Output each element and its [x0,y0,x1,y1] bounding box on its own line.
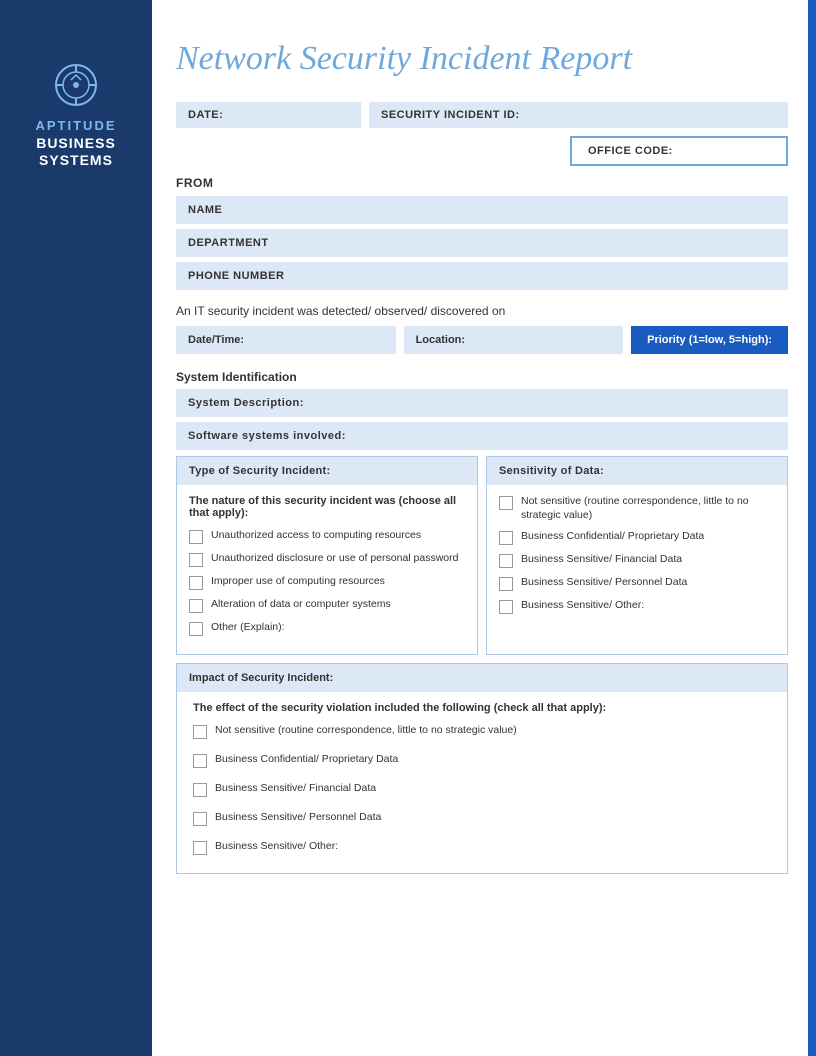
main-content: Network Security Incident Report DATE: S… [152,0,816,1056]
page: APTITUDE BUSINESS SYSTEMS Network Securi… [0,0,816,1056]
type-sensitivity-section: Type of Security Incident: The nature of… [176,456,788,655]
effect-text: The effect of the security violation inc… [193,702,771,714]
priority-field[interactable]: Priority (1=low, 5=high): [631,326,788,354]
checkbox-label-not-sensitive: Not sensitive (routine correspondence, l… [521,495,775,522]
location-field[interactable]: Location: [404,326,624,354]
impact-checkbox-label-other: Business Sensitive/ Other: [215,840,338,854]
checkbox-label-alteration: Alteration of data or computer systems [211,598,391,612]
incident-type-header: Type of Security Incident: [177,457,477,485]
checkbox-label-improper-use: Improper use of computing resources [211,575,385,589]
impact-checkbox-label-financial: Business Sensitive/ Financial Data [215,782,376,796]
impact-checkbox-financial[interactable] [193,783,207,797]
incident-type-content: The nature of this security incident was… [177,485,477,654]
checkbox-item: Not sensitive (routine correspondence, l… [193,724,771,739]
phone-field[interactable]: PHONE NUMBER [176,262,788,290]
impact-checkbox-other[interactable] [193,841,207,855]
sensitivity-content: Not sensitive (routine correspondence, l… [487,485,787,632]
nature-text: The nature of this security incident was… [189,495,465,519]
aptitude-icon [51,60,101,110]
checkbox-personnel[interactable] [499,577,513,591]
checkbox-item: Improper use of computing resources [189,575,465,590]
software-field[interactable]: Software systems involved: [176,422,788,450]
detected-text: An IT security incident was detected/ ob… [176,304,788,318]
checkbox-improper-use[interactable] [189,576,203,590]
impact-checkbox-confidential[interactable] [193,754,207,768]
right-bar [808,0,816,1056]
impact-checkbox-not-sensitive[interactable] [193,725,207,739]
checkbox-item: Business Confidential/ Proprietary Data [193,753,771,768]
checkbox-unauthorized-disclosure[interactable] [189,553,203,567]
business-label: BUSINESS SYSTEMS [36,135,116,169]
checkbox-item: Business Sensitive/ Personnel Data [193,811,771,826]
checkbox-item: Other (Explain): [189,621,465,636]
incident-details-row: Date/Time: Location: Priority (1=low, 5=… [176,326,788,354]
datetime-field[interactable]: Date/Time: [176,326,396,354]
incident-type-box: Type of Security Incident: The nature of… [176,456,478,655]
sensitivity-header: Sensitivity of Data: [487,457,787,485]
checkbox-label-unauthorized-disclosure: Unauthorized disclosure or use of person… [211,552,458,566]
security-id-field[interactable]: SECURITY INCIDENT ID: [369,102,788,128]
date-security-row: DATE: SECURITY INCIDENT ID: [176,102,788,128]
checkbox-item: Business Confidential/ Proprietary Data [499,530,775,545]
checkbox-item: Business Sensitive/ Other: [193,840,771,855]
impact-checkbox-label-not-sensitive: Not sensitive (routine correspondence, l… [215,724,517,738]
office-code-row: OFFICE CODE: [176,136,788,166]
checkbox-confidential[interactable] [499,531,513,545]
impact-header: Impact of Security Incident: [177,664,787,692]
impact-checkbox-label-confidential: Business Confidential/ Proprietary Data [215,753,398,767]
sidebar: APTITUDE BUSINESS SYSTEMS [0,0,152,1056]
system-desc-field[interactable]: System Description: [176,389,788,417]
checkbox-item: Unauthorized disclosure or use of person… [189,552,465,567]
checkbox-item: Unauthorized access to computing resourc… [189,529,465,544]
impact-section: Impact of Security Incident: The effect … [176,663,788,874]
checkbox-label-confidential: Business Confidential/ Proprietary Data [521,530,704,544]
sensitivity-box: Sensitivity of Data: Not sensitive (rout… [486,456,788,655]
impact-checkboxes: Not sensitive (routine correspondence, l… [193,724,771,863]
checkbox-other-sensitivity[interactable] [499,600,513,614]
checkbox-label-other-sensitivity: Business Sensitive/ Other: [521,599,644,613]
department-field[interactable]: DEPARTMENT [176,229,788,257]
checkbox-label-unauthorized-access: Unauthorized access to computing resourc… [211,529,421,543]
aptitude-label: APTITUDE [36,118,117,133]
checkbox-item: Business Sensitive/ Personnel Data [499,576,775,591]
checkbox-item: Alteration of data or computer systems [189,598,465,613]
checkbox-label-financial: Business Sensitive/ Financial Data [521,553,682,567]
checkbox-label-other: Other (Explain): [211,621,285,635]
checkbox-unauthorized-access[interactable] [189,530,203,544]
company-logo: APTITUDE BUSINESS SYSTEMS [36,60,117,169]
report-title: Network Security Incident Report [176,40,788,78]
checkbox-item: Business Sensitive/ Financial Data [499,553,775,568]
checkbox-item: Not sensitive (routine correspondence, l… [499,495,775,522]
impact-checkbox-personnel[interactable] [193,812,207,826]
checkbox-item: Business Sensitive/ Other: [499,599,775,614]
office-code-field[interactable]: OFFICE CODE: [570,136,788,166]
name-field[interactable]: NAME [176,196,788,224]
system-id-title: System Identification [176,370,788,384]
checkbox-not-sensitive[interactable] [499,496,513,510]
checkbox-alteration[interactable] [189,599,203,613]
checkbox-financial[interactable] [499,554,513,568]
checkbox-other[interactable] [189,622,203,636]
impact-content: The effect of the security violation inc… [177,692,787,873]
impact-checkbox-label-personnel: Business Sensitive/ Personnel Data [215,811,381,825]
checkbox-item: Business Sensitive/ Financial Data [193,782,771,797]
system-identification-section: System Identification System Description… [176,370,788,450]
checkbox-label-personnel: Business Sensitive/ Personnel Data [521,576,687,590]
from-label: FROM [176,176,788,190]
date-field[interactable]: DATE: [176,102,361,128]
